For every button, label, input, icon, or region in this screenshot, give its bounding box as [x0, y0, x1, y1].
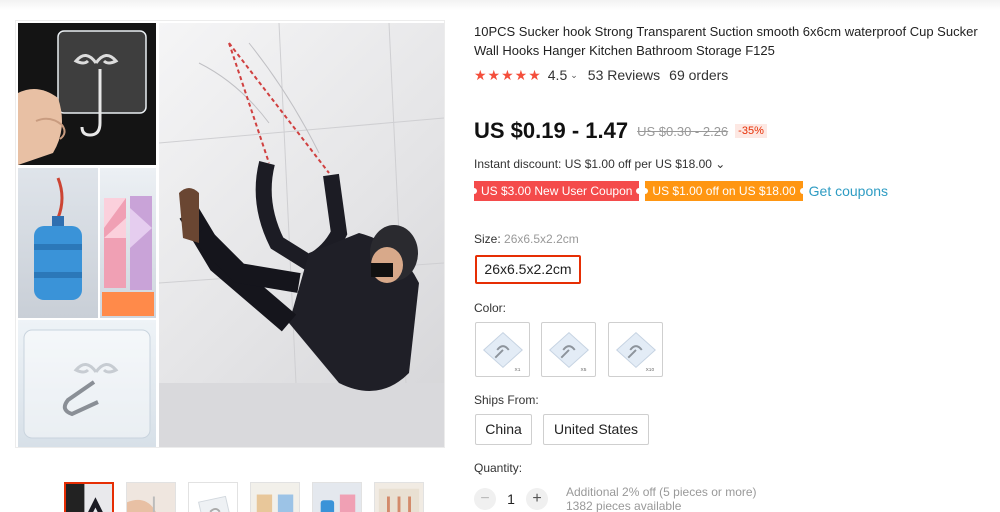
- hook-closeup-photo: [18, 320, 156, 447]
- color-swatch-x5[interactable]: X5: [541, 322, 596, 377]
- thumbnail-2[interactable]: [126, 482, 176, 512]
- current-price: US $0.19 - 1.47: [474, 118, 629, 143]
- quantity-input[interactable]: [496, 491, 526, 507]
- color-label: Color:: [474, 301, 507, 315]
- discount-badge: -35%: [735, 124, 767, 138]
- spend-coupon[interactable]: US $1.00 off on US $18.00: [642, 181, 806, 201]
- rating-row: ★★★★★ 4.5 ⌄ 53 Reviews 69 orders: [474, 66, 728, 84]
- price-row: US $0.19 - 1.47 US $0.30 - 2.26 -35%: [474, 116, 767, 146]
- product-info-panel: 10PCS Sucker hook Strong Transparent Suc…: [470, 20, 1000, 512]
- swatch-x5-tag: X5: [581, 367, 587, 373]
- orders-count: 69 orders: [669, 67, 729, 83]
- product-gallery: [15, 20, 445, 512]
- quantity-increase-button[interactable]: +: [526, 488, 548, 510]
- ships-from-label: Ships From:: [474, 393, 539, 407]
- size-label: Size: 26x6.5x2.2cm: [474, 232, 579, 246]
- get-coupons-link[interactable]: Get coupons: [809, 183, 888, 199]
- stock-available: 1382 pieces available: [566, 499, 682, 512]
- original-price: US $0.30 - 2.26: [637, 123, 729, 139]
- top-divider: [0, 0, 1000, 10]
- coupon-row: US $3.00 New User Coupon US $1.00 off on…: [470, 180, 888, 202]
- thumbnail-6[interactable]: [374, 482, 424, 512]
- product-title: 10PCS Sucker hook Strong Transparent Suc…: [474, 24, 978, 58]
- rating-stars: ★★★★★: [474, 66, 542, 83]
- size-option-26x6.5x2.2cm[interactable]: 26x6.5x2.2cm: [475, 255, 581, 284]
- color-swatch-x10[interactable]: X10: [608, 322, 663, 377]
- main-product-image[interactable]: [15, 20, 445, 448]
- man-hanging-from-hooks-photo: [159, 23, 444, 447]
- ships-from-china[interactable]: China: [475, 414, 532, 445]
- water-bottle-on-hook-photo: [18, 168, 98, 318]
- chevron-down-icon[interactable]: ⌄: [570, 70, 578, 81]
- reviews-link[interactable]: 53 Reviews: [588, 67, 660, 83]
- quantity-decrease-button[interactable]: −: [474, 488, 496, 510]
- thumbnail-1[interactable]: [64, 482, 114, 512]
- thumbnail-3[interactable]: [188, 482, 238, 512]
- ships-from-united-states[interactable]: United States: [543, 414, 649, 445]
- hook-in-hand-photo: [18, 23, 156, 165]
- rating-value[interactable]: 4.5: [548, 67, 567, 83]
- towels-on-hooks-photo: [100, 168, 156, 318]
- size-selected-value: 26x6.5x2.2cm: [504, 232, 579, 246]
- new-user-coupon[interactable]: US $3.00 New User Coupon: [470, 181, 643, 201]
- thumbnail-strip: [64, 482, 426, 512]
- color-swatch-x1[interactable]: X1: [475, 322, 530, 377]
- swatch-x1-tag: X1: [515, 367, 521, 373]
- thumbnail-5[interactable]: [312, 482, 362, 512]
- quantity-stepper: − + Additional 2% off (5 pieces or more)…: [474, 485, 757, 512]
- size-label-text: Size:: [474, 232, 501, 246]
- quantity-notes: Additional 2% off (5 pieces or more) 138…: [566, 485, 757, 512]
- instant-discount[interactable]: Instant discount: US $1.00 off per US $1…: [474, 157, 725, 171]
- quantity-label: Quantity:: [474, 461, 523, 475]
- thumbnail-4[interactable]: [250, 482, 300, 512]
- swatch-x10-tag: X10: [646, 367, 655, 373]
- bulk-discount-note: Additional 2% off (5 pieces or more): [566, 485, 757, 499]
